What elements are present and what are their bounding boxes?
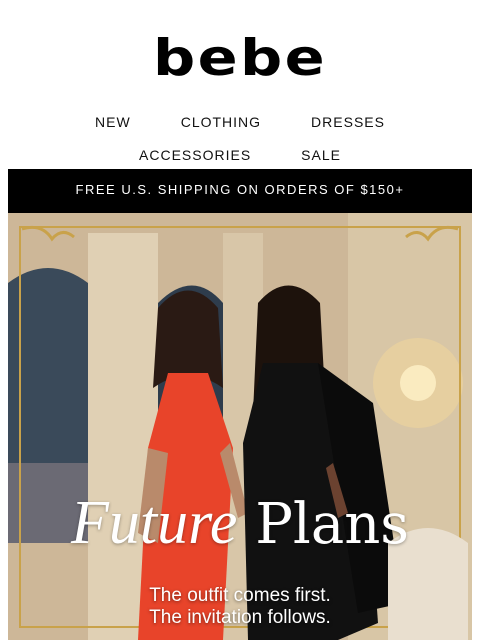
main-nav-row-1: NEW CLOTHING DRESSES [0, 114, 480, 130]
nav-item-sale[interactable]: SALE [301, 147, 341, 163]
hero-title-italic: Future [70, 489, 238, 557]
nav-item-clothing[interactable]: CLOTHING [181, 114, 261, 130]
hero-banner[interactable]: Future Plans The outfit comes first. The… [8, 213, 472, 640]
hero-subtitle-line1: The outfit comes first. [149, 585, 331, 606]
hero-photo [8, 213, 472, 640]
shipping-banner[interactable]: FREE U.S. SHIPPING ON ORDERS OF $150+ [8, 169, 472, 213]
brand-logo[interactable]: bebe [0, 28, 480, 88]
nav-item-new[interactable]: NEW [95, 114, 131, 130]
hero-title: Future Plans [8, 491, 472, 557]
hero-subtitle-line2: The invitation follows. [149, 607, 331, 628]
nav-item-dresses[interactable]: DRESSES [311, 114, 385, 130]
hero-title-regular: Plans [255, 492, 410, 557]
nav-item-accessories[interactable]: ACCESSORIES [139, 147, 251, 163]
main-nav-row-2: ACCESSORIES SALE [0, 147, 480, 163]
